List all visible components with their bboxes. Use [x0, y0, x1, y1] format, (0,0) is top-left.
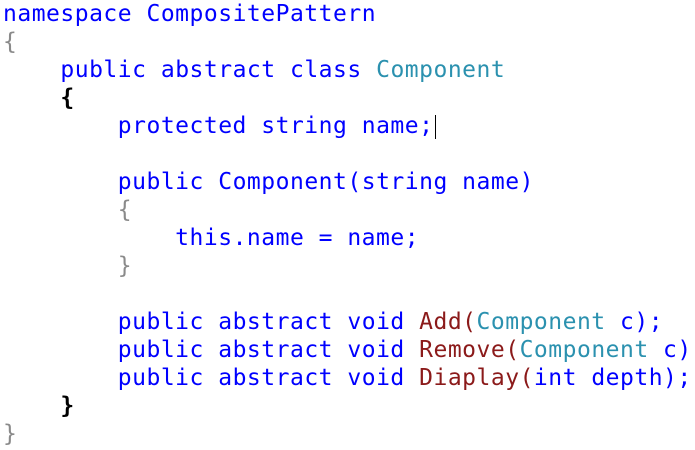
code-line-13: public abstract void Remove(Component c)…: [3, 336, 695, 364]
keyword: abstract: [218, 337, 334, 363]
parameter: depth);: [576, 365, 692, 391]
text-caret: [435, 114, 437, 139]
open-brace: {: [60, 85, 75, 111]
type-name: Component: [476, 309, 606, 335]
method-name: Remove: [419, 337, 506, 363]
class-name: Component: [376, 57, 506, 83]
keyword: abstract: [218, 365, 334, 391]
close-brace: }: [117, 253, 133, 279]
parameter: c);: [663, 337, 695, 363]
method-name: Diaplay: [419, 365, 520, 391]
keyword: public: [60, 57, 147, 83]
keyword: void: [347, 309, 405, 335]
code-line-7: public Component(string name): [3, 168, 534, 196]
code-line-5: protected string name;: [3, 112, 437, 140]
open-brace: {: [117, 197, 133, 223]
code-line-16: }: [3, 420, 17, 448]
type-name: Component: [519, 337, 649, 363]
keyword: public: [117, 169, 204, 195]
close-brace: }: [60, 393, 75, 419]
keyword: void: [347, 365, 405, 391]
paren: ): [519, 169, 534, 195]
paren: (: [505, 337, 520, 363]
code-line-10: }: [3, 252, 132, 280]
code-line-3: public abstract class Component: [3, 56, 505, 84]
keyword: namespace: [3, 1, 133, 27]
paren: (: [519, 365, 534, 391]
paren: (: [347, 169, 362, 195]
keyword: this: [175, 225, 233, 251]
keyword: abstract: [160, 57, 276, 83]
keyword: void: [347, 337, 405, 363]
keyword: public: [117, 309, 204, 335]
keyword: public: [117, 337, 204, 363]
keyword: string: [261, 113, 348, 139]
constructor-name: Component: [218, 169, 348, 195]
namespace-name: CompositePattern: [146, 1, 377, 27]
close-brace: }: [3, 421, 18, 447]
parameter-name: name: [462, 169, 520, 195]
parameter: c);: [605, 309, 664, 335]
code-line-14: public abstract void Diaplay(int depth);: [3, 364, 692, 392]
code-line-9: this.name = name;: [3, 224, 419, 252]
keyword: public: [117, 365, 204, 391]
keyword: abstract: [218, 309, 334, 335]
paren: (: [462, 309, 477, 335]
keyword: protected: [117, 113, 247, 139]
field-declaration: name;: [361, 113, 434, 139]
keyword: class: [289, 57, 362, 83]
assignment: .name = name;: [232, 225, 420, 251]
code-line-2: {: [3, 28, 17, 56]
code-editor[interactable]: namespace CompositePattern { public abst…: [0, 0, 695, 450]
open-brace: {: [3, 29, 18, 55]
code-line-4: {: [3, 84, 75, 112]
code-line-12: public abstract void Add(Component c);: [3, 308, 663, 336]
code-line-15: }: [3, 392, 75, 420]
method-name: Add: [419, 309, 463, 335]
code-line-1: namespace CompositePattern: [3, 0, 376, 28]
keyword: int: [533, 365, 577, 391]
code-line-8: {: [3, 196, 132, 224]
keyword: string: [361, 169, 448, 195]
